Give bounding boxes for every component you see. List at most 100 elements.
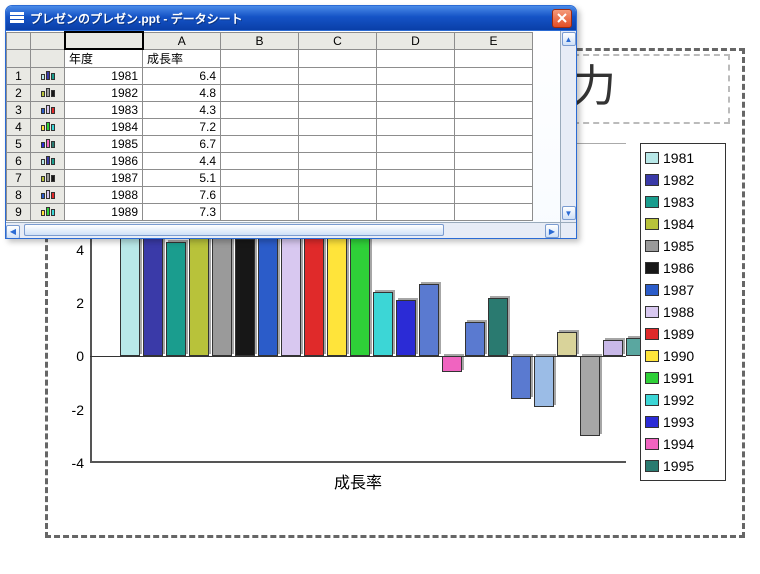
column-header[interactable] xyxy=(65,32,143,49)
cell[interactable] xyxy=(455,119,533,136)
vertical-scrollbar[interactable]: ▲ ▼ xyxy=(560,31,576,222)
cell[interactable] xyxy=(455,187,533,204)
cell-year[interactable]: 1988 xyxy=(65,187,143,204)
row-series-icon[interactable] xyxy=(31,119,65,136)
cell[interactable] xyxy=(455,68,533,85)
cell[interactable] xyxy=(377,68,455,85)
cell-value[interactable]: 7.6 xyxy=(143,187,221,204)
cell[interactable] xyxy=(299,204,377,221)
y-tick-label: -2 xyxy=(60,402,84,418)
row-number[interactable]: 7 xyxy=(7,170,31,187)
y-tick-label: 2 xyxy=(60,295,84,311)
bar xyxy=(511,356,531,399)
datasheet-titlebar[interactable]: プレゼンのプレゼン.ppt - データシート xyxy=(6,6,576,30)
cell[interactable] xyxy=(377,102,455,119)
scroll-up-button[interactable]: ▲ xyxy=(562,32,576,46)
datasheet-window[interactable]: プレゼンのプレゼン.ppt - データシート ABCDE年度成長率119816.… xyxy=(5,5,577,239)
column-header[interactable]: D xyxy=(377,32,455,49)
cell[interactable] xyxy=(221,170,299,187)
row-number[interactable]: 6 xyxy=(7,153,31,170)
cell[interactable] xyxy=(377,204,455,221)
cell[interactable] xyxy=(377,187,455,204)
cell[interactable] xyxy=(455,153,533,170)
row-icon-cell[interactable] xyxy=(31,49,65,68)
cell[interactable] xyxy=(221,85,299,102)
cell-year[interactable]: 1984 xyxy=(65,119,143,136)
cell[interactable] xyxy=(221,119,299,136)
cell[interactable] xyxy=(377,153,455,170)
cell[interactable] xyxy=(455,85,533,102)
cell[interactable] xyxy=(377,119,455,136)
cell-value[interactable]: 7.3 xyxy=(143,204,221,221)
row-number[interactable]: 1 xyxy=(7,68,31,85)
cell[interactable] xyxy=(455,170,533,187)
header-cell[interactable]: 成長率 xyxy=(143,49,221,68)
cell-value[interactable]: 6.4 xyxy=(143,68,221,85)
datasheet-body[interactable]: ABCDE年度成長率119816.4219824.8319834.3419847… xyxy=(6,30,576,238)
legend-label: 1982 xyxy=(663,172,694,188)
cell[interactable] xyxy=(455,102,533,119)
cell[interactable] xyxy=(221,102,299,119)
cell[interactable] xyxy=(377,85,455,102)
cell-year[interactable]: 1986 xyxy=(65,153,143,170)
row-number[interactable]: 2 xyxy=(7,85,31,102)
cell[interactable] xyxy=(221,68,299,85)
column-header[interactable]: E xyxy=(455,32,533,49)
row-series-icon[interactable] xyxy=(31,102,65,119)
cell-year[interactable]: 1983 xyxy=(65,102,143,119)
cell-value[interactable]: 6.7 xyxy=(143,136,221,153)
cell[interactable] xyxy=(377,170,455,187)
row-series-icon[interactable] xyxy=(31,187,65,204)
row-number[interactable]: 8 xyxy=(7,187,31,204)
cell[interactable] xyxy=(299,187,377,204)
horizontal-scroll-thumb[interactable] xyxy=(24,224,444,236)
cell-year[interactable]: 1987 xyxy=(65,170,143,187)
cell-value[interactable]: 4.8 xyxy=(143,85,221,102)
scroll-left-button[interactable]: ◀ xyxy=(6,225,20,239)
cell-year[interactable]: 1985 xyxy=(65,136,143,153)
corner-cell[interactable] xyxy=(7,32,31,49)
column-header[interactable]: B xyxy=(221,32,299,49)
cell[interactable] xyxy=(221,153,299,170)
cell[interactable] xyxy=(299,136,377,153)
cell[interactable] xyxy=(299,119,377,136)
row-icon-header[interactable] xyxy=(31,32,65,49)
cell[interactable] xyxy=(455,204,533,221)
scroll-down-button[interactable]: ▼ xyxy=(562,206,576,220)
cell-year[interactable]: 1982 xyxy=(65,85,143,102)
cell-value[interactable]: 5.1 xyxy=(143,170,221,187)
cell-year[interactable]: 1989 xyxy=(65,204,143,221)
cell[interactable] xyxy=(299,153,377,170)
scroll-right-button[interactable]: ▶ xyxy=(545,224,559,238)
column-header[interactable]: C xyxy=(299,32,377,49)
row-series-icon[interactable] xyxy=(31,204,65,221)
cell-value[interactable]: 4.4 xyxy=(143,153,221,170)
cell[interactable] xyxy=(377,136,455,153)
row-number[interactable]: 5 xyxy=(7,136,31,153)
cell[interactable] xyxy=(299,102,377,119)
row-series-icon[interactable] xyxy=(31,85,65,102)
cell[interactable] xyxy=(221,187,299,204)
cell[interactable] xyxy=(299,170,377,187)
cell-value[interactable]: 7.2 xyxy=(143,119,221,136)
horizontal-scrollbar[interactable]: ◀ ▶ xyxy=(6,222,560,238)
row-number[interactable]: 3 xyxy=(7,102,31,119)
cell[interactable] xyxy=(221,136,299,153)
row-number[interactable]: 4 xyxy=(7,119,31,136)
cell[interactable] xyxy=(299,68,377,85)
row-series-icon[interactable] xyxy=(31,170,65,187)
close-button[interactable] xyxy=(552,9,572,28)
row-header[interactable] xyxy=(7,49,31,68)
header-cell[interactable]: 年度 xyxy=(65,49,143,68)
cell[interactable] xyxy=(299,85,377,102)
row-series-icon[interactable] xyxy=(31,68,65,85)
cell-year[interactable]: 1981 xyxy=(65,68,143,85)
cell-value[interactable]: 4.3 xyxy=(143,102,221,119)
column-header[interactable]: A xyxy=(143,32,221,49)
row-series-icon[interactable] xyxy=(31,136,65,153)
row-series-icon[interactable] xyxy=(31,153,65,170)
cell[interactable] xyxy=(455,136,533,153)
row-number[interactable]: 9 xyxy=(7,204,31,221)
cell[interactable] xyxy=(221,204,299,221)
datasheet-grid[interactable]: ABCDE年度成長率119816.4219824.8319834.3419847… xyxy=(6,31,533,221)
